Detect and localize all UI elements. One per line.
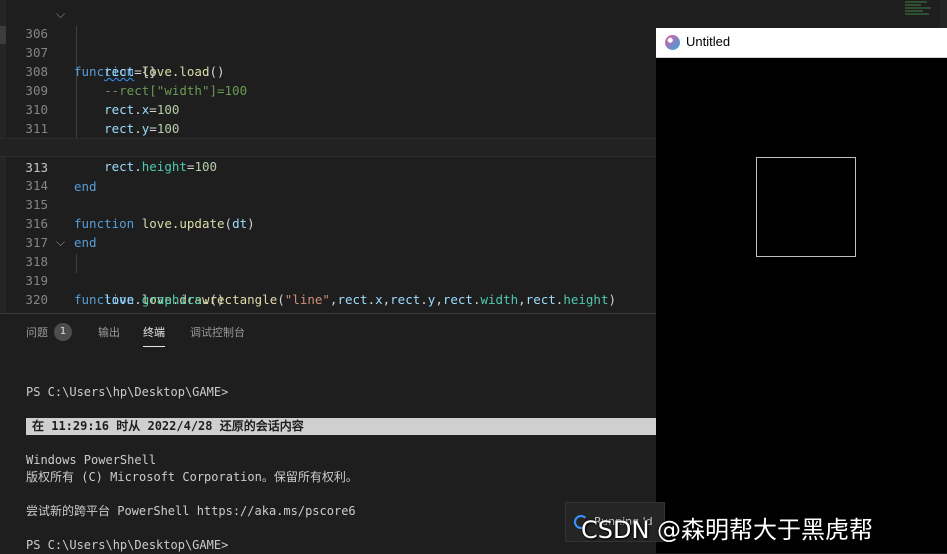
terminal-line: Windows PowerShell xyxy=(26,453,157,467)
terminal-prompt: PS C:\Users\hp\Desktop\GAME> xyxy=(26,538,229,552)
window-titlebar[interactable]: Untitled xyxy=(656,28,947,58)
code-line-306[interactable]: 306 ⌵ function love.load() xyxy=(0,5,947,79)
terminal-line: 尝试新的跨平台 PowerShell https://aka.ms/pscore… xyxy=(26,504,356,518)
terminal-line: 版权所有 (C) Microsoft Corporation。保留所有权利。 xyxy=(26,470,358,484)
love-heart-icon xyxy=(665,35,680,50)
drawn-rectangle xyxy=(756,157,856,257)
session-restored-banner: 在 11:29:16 时从 2022/4/28 还原的会话内容 xyxy=(26,418,656,435)
tab-label: 问题 xyxy=(26,326,48,339)
window-title: Untitled xyxy=(686,34,731,49)
tab-debug-console[interactable]: 调试控制台 xyxy=(190,324,245,340)
tab-terminal[interactable]: 终端 xyxy=(143,324,165,347)
problems-count-badge: 1 xyxy=(54,323,72,341)
fold-chevron-icon[interactable]: ⌵ xyxy=(56,233,65,252)
terminal-prompt: PS C:\Users\hp\Desktop\GAME> xyxy=(26,385,229,399)
csdn-watermark: CSDN @森明帮大于黑虎帮 xyxy=(581,516,874,544)
fold-chevron-icon[interactable]: ⌵ xyxy=(56,5,65,24)
tab-problems[interactable]: 问题 1 xyxy=(26,323,72,342)
love-game-window[interactable]: Untitled xyxy=(656,28,947,553)
tab-output[interactable]: 输出 xyxy=(98,324,120,340)
minimap[interactable] xyxy=(905,0,933,22)
game-canvas[interactable] xyxy=(656,58,947,553)
